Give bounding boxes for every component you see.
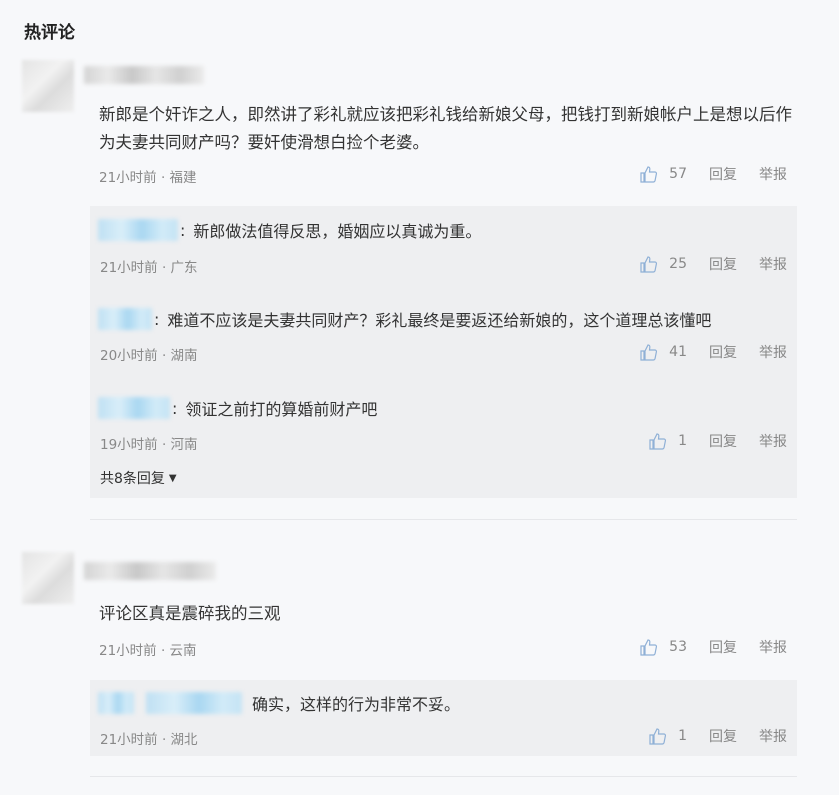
reply-button[interactable]: 回复 <box>709 254 737 274</box>
reply-list: : 新郎做法值得反思，婚姻应以真诚为重。 21小时前 · 广东 25 回复 举报… <box>90 206 797 498</box>
like-button[interactable]: 1 <box>648 431 687 451</box>
section-title: 热评论 <box>24 23 75 43</box>
avatar[interactable] <box>22 552 74 604</box>
thumbs-up-icon <box>649 728 667 745</box>
thumbs-up-icon <box>640 344 658 361</box>
colon: : <box>172 398 178 418</box>
more-replies-button[interactable]: 共8条回复 ▼ <box>100 468 177 488</box>
comment-text: 新郎是个奸诈之人，即然讲了彩礼就应该把彩礼钱给新娘父母，把钱打到新娘帐户上是想以… <box>99 105 792 152</box>
like-count: 1 <box>678 728 687 744</box>
reply-text-line: : 难道不应该是夫妻共同财产？彩礼最终是要返还给新娘的，这个道理总该懂吧 <box>98 307 711 331</box>
like-button[interactable]: 53 <box>639 637 687 657</box>
reply-text: 难道不应该是夫妻共同财产？彩礼最终是要返还给新娘的，这个道理总该懂吧 <box>167 311 712 330</box>
like-button[interactable]: 25 <box>639 254 687 274</box>
thumbs-up-icon <box>649 433 667 450</box>
divider <box>90 776 797 777</box>
report-button[interactable]: 举报 <box>759 431 787 451</box>
like-button[interactable]: 41 <box>639 342 687 362</box>
reply-meta: 19小时前 · 河南 <box>100 437 198 453</box>
comment-text: 评论区真是震碎我的三观 <box>99 604 281 623</box>
reply-to-username[interactable] <box>146 692 242 714</box>
reply-text-line: 确实，这样的行为非常不妥。 <box>98 691 460 715</box>
thumbs-up-icon <box>640 256 658 273</box>
avatar[interactable] <box>22 60 74 112</box>
reply-text: 领证之前打的算婚前财产吧 <box>185 400 378 419</box>
comment-meta: 21小时前 · 福建 <box>99 170 197 186</box>
colon: : <box>180 220 186 240</box>
reply-username[interactable] <box>98 308 152 330</box>
reply-button[interactable]: 回复 <box>709 164 737 184</box>
report-button[interactable]: 举报 <box>759 164 787 184</box>
comment-actions: 57 回复 举报 <box>639 164 787 184</box>
comment-actions: 53 回复 举报 <box>639 637 787 657</box>
more-replies-label: 共8条回复 <box>100 471 165 487</box>
reply-text: 新郎做法值得反思，婚姻应以真诚为重。 <box>193 222 482 241</box>
reply-username[interactable] <box>98 397 170 419</box>
thumbs-up-icon <box>640 639 658 656</box>
colon: : <box>154 309 160 329</box>
caret-down-icon: ▼ <box>168 472 177 484</box>
reply-actions: 25 回复 举报 <box>639 254 787 274</box>
like-count: 53 <box>669 639 687 655</box>
reply-list: 确实，这样的行为非常不妥。 21小时前 · 湖北 1 回复 举报 <box>90 680 797 756</box>
reply-button[interactable]: 回复 <box>709 342 737 362</box>
report-button[interactable]: 举报 <box>759 342 787 362</box>
like-count: 57 <box>669 166 687 182</box>
like-count: 41 <box>669 344 687 360</box>
username[interactable] <box>84 562 216 580</box>
like-button[interactable]: 57 <box>639 164 687 184</box>
comment-meta: 21小时前 · 云南 <box>99 643 197 659</box>
divider <box>90 519 797 520</box>
report-button[interactable]: 举报 <box>759 726 787 746</box>
reply-text-line: : 新郎做法值得反思，婚姻应以真诚为重。 <box>98 218 481 242</box>
reply-meta: 20小时前 · 湖南 <box>100 348 198 364</box>
reply-button[interactable]: 回复 <box>709 637 737 657</box>
report-button[interactable]: 举报 <box>759 254 787 274</box>
reply-button[interactable]: 回复 <box>709 726 737 746</box>
reply-actions: 1 回复 举报 <box>648 726 787 746</box>
reply-actions: 41 回复 举报 <box>639 342 787 362</box>
report-button[interactable]: 举报 <box>759 637 787 657</box>
reply-username[interactable] <box>98 219 178 241</box>
reply-button[interactable]: 回复 <box>709 431 737 451</box>
username[interactable] <box>84 66 204 84</box>
like-count: 25 <box>669 256 687 272</box>
reply-meta: 21小时前 · 广东 <box>100 260 198 276</box>
reply-meta: 21小时前 · 湖北 <box>100 732 198 748</box>
reply-username[interactable] <box>98 692 134 714</box>
like-count: 1 <box>678 433 687 449</box>
like-button[interactable]: 1 <box>648 726 687 746</box>
reply-actions: 1 回复 举报 <box>648 431 787 451</box>
reply-text-line: : 领证之前打的算婚前财产吧 <box>98 396 377 420</box>
reply-text: 确实，这样的行为非常不妥。 <box>252 695 461 714</box>
thumbs-up-icon <box>640 166 658 183</box>
